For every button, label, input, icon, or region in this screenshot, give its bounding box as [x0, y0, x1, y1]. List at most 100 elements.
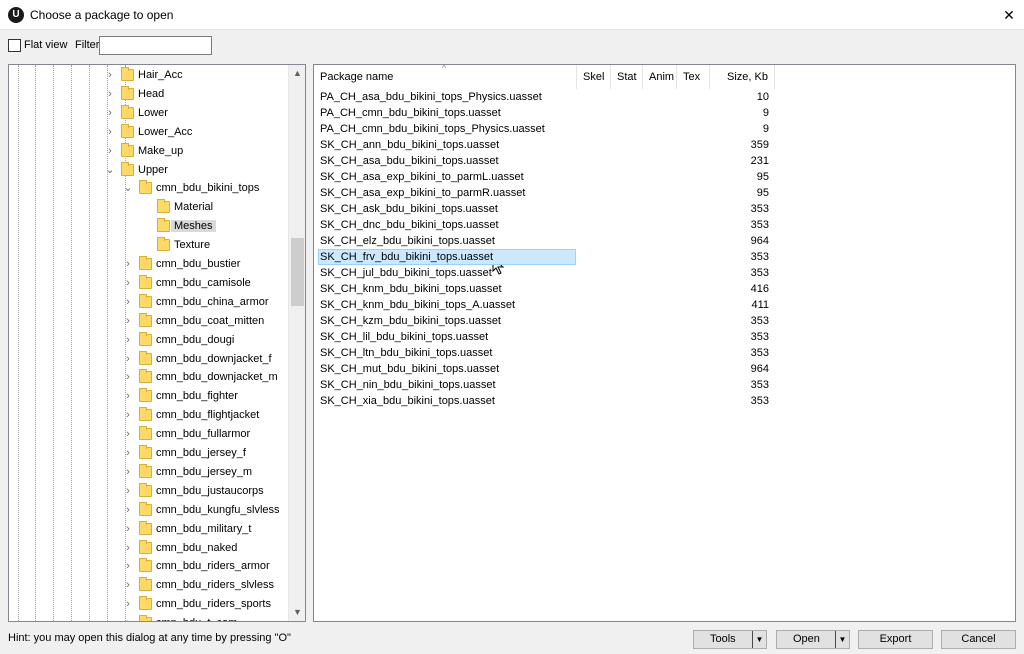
folder-icon — [157, 218, 170, 233]
expand-chevron-icon[interactable]: › — [105, 143, 115, 159]
package-name-cell: SK_CH_elz_bdu_bikini_tops.uasset — [320, 235, 495, 247]
export-button[interactable]: Export — [858, 630, 933, 649]
filter-input[interactable] — [99, 36, 212, 55]
tree-item-label: Texture — [174, 239, 211, 252]
tree-item[interactable]: › cmn_bdu_riders_armor — [9, 557, 284, 576]
tree-item-label: cmn_bdu_jersey_m — [156, 465, 252, 478]
tree-item[interactable]: › cmn_bdu_fighter — [9, 387, 284, 406]
tree-scrollbar[interactable]: ▲ ▼ — [288, 65, 305, 621]
expand-chevron-icon[interactable]: › — [123, 483, 133, 499]
column-header-package-name[interactable]: Package name — [314, 65, 577, 89]
size-cell: 95 — [756, 187, 769, 199]
column-header-tex[interactable]: Tex — [677, 65, 710, 89]
tree-item[interactable]: › Head — [9, 85, 284, 104]
size-cell: 353 — [750, 203, 769, 215]
size-cell: 353 — [750, 267, 769, 279]
tree-item[interactable]: › Make_up — [9, 142, 284, 161]
tree-item[interactable]: › cmn_bdu_riders_sports — [9, 595, 284, 614]
tree-item-label: cmn_bdu_military_t — [156, 522, 252, 535]
expand-chevron-icon[interactable]: › — [123, 577, 133, 593]
expand-chevron-icon[interactable]: › — [123, 596, 133, 612]
column-header-stat[interactable]: Stat — [611, 65, 643, 89]
tree-item-label: cmn_bdu_bikini_tops — [156, 182, 260, 195]
cancel-button[interactable]: Cancel — [941, 630, 1016, 649]
expand-chevron-icon[interactable]: › — [123, 388, 133, 404]
tree-item[interactable]: › cmn_bdu_justaucorps — [9, 482, 284, 501]
tree-item[interactable]: › Lower — [9, 104, 284, 123]
expand-chevron-icon[interactable]: › — [123, 615, 133, 621]
tree-item[interactable]: ⌄ Upper — [9, 161, 284, 180]
expand-chevron-icon[interactable]: › — [105, 124, 115, 140]
column-header-skel[interactable]: Skel — [577, 65, 611, 89]
tree-item[interactable]: ⌄ cmn_bdu_bikini_tops — [9, 179, 284, 198]
expand-chevron-icon[interactable]: › — [123, 332, 133, 348]
window-title: Choose a package to open — [30, 8, 174, 22]
tree-item[interactable]: Material — [9, 198, 284, 217]
folder-tree[interactable]: ▲ ▼ › Hair_Acc › Head › Lower › Lower_Acc › Make_… — [8, 64, 306, 622]
tree-item[interactable]: › cmn_bdu_flightjacket — [9, 406, 284, 425]
package-list[interactable]: ^ Package name Skel Stat Anim Tex Size, Kb PA_… — [313, 64, 1016, 622]
tree-item[interactable]: Meshes — [9, 217, 284, 236]
tree-item[interactable]: › cmn_bdu_t_com — [9, 614, 284, 621]
scroll-down-icon[interactable]: ▼ — [289, 604, 305, 621]
collapse-chevron-icon[interactable]: ⌄ — [105, 162, 115, 178]
expand-chevron-icon[interactable]: › — [123, 294, 133, 310]
expand-chevron-icon[interactable]: › — [105, 67, 115, 83]
expand-chevron-icon[interactable]: › — [105, 105, 115, 121]
tree-item[interactable]: › cmn_bdu_jersey_m — [9, 463, 284, 482]
package-name-cell: SK_CH_kzm_bdu_bikini_tops.uasset — [320, 315, 501, 327]
scroll-up-icon[interactable]: ▲ — [289, 65, 305, 82]
tree-item[interactable]: › cmn_bdu_military_t — [9, 520, 284, 539]
size-cell: 95 — [756, 171, 769, 183]
tree-item[interactable]: › cmn_bdu_jersey_f — [9, 444, 284, 463]
expand-chevron-icon[interactable]: › — [123, 540, 133, 556]
tree-item[interactable]: › cmn_bdu_riders_slvless — [9, 576, 284, 595]
collapse-chevron-icon[interactable]: ⌄ — [123, 180, 133, 196]
open-button[interactable]: Open ▼ — [776, 630, 850, 649]
folder-icon — [139, 426, 152, 441]
expand-chevron-icon[interactable]: › — [123, 445, 133, 461]
expand-chevron-icon[interactable]: › — [123, 502, 133, 518]
flat-view-label[interactable]: Flat view — [24, 39, 67, 51]
size-cell: 353 — [750, 347, 769, 359]
expand-chevron-icon[interactable]: › — [123, 407, 133, 423]
tree-item[interactable]: Texture — [9, 236, 284, 255]
tree-item[interactable]: › cmn_bdu_camisole — [9, 274, 284, 293]
tree-item-label: Lower — [138, 106, 168, 119]
tree-item[interactable]: › cmn_bdu_bustier — [9, 255, 284, 274]
tree-item[interactable]: › cmn_bdu_downjacket_f — [9, 350, 284, 369]
tree-item[interactable]: › cmn_bdu_kungfu_slvless — [9, 501, 284, 520]
tree-item[interactable]: › cmn_bdu_fullarmor — [9, 425, 284, 444]
expand-chevron-icon[interactable]: › — [123, 521, 133, 537]
tree-item[interactable]: › cmn_bdu_naked — [9, 539, 284, 558]
expand-chevron-icon[interactable]: › — [123, 464, 133, 480]
tree-item[interactable]: › cmn_bdu_coat_mitten — [9, 312, 284, 331]
expand-chevron-icon[interactable]: › — [123, 256, 133, 272]
package-name-cell: SK_CH_knm_bdu_bikini_tops.uasset — [320, 283, 502, 295]
expand-chevron-icon[interactable]: › — [105, 86, 115, 102]
expand-chevron-icon[interactable]: › — [123, 351, 133, 367]
tools-dropdown-icon[interactable]: ▼ — [752, 631, 766, 648]
tree-item-label: cmn_bdu_downjacket_f — [156, 352, 272, 365]
expand-chevron-icon[interactable]: › — [123, 313, 133, 329]
scroll-thumb[interactable] — [291, 238, 304, 306]
open-dropdown-icon[interactable]: ▼ — [835, 631, 849, 648]
tree-item[interactable]: › Lower_Acc — [9, 123, 284, 142]
expand-chevron-icon[interactable]: › — [123, 369, 133, 385]
tools-button[interactable]: Tools ▼ — [693, 630, 767, 649]
tree-item[interactable]: › cmn_bdu_downjacket_m — [9, 368, 284, 387]
tree-item[interactable]: › cmn_bdu_dougi — [9, 331, 284, 350]
column-header-size[interactable]: Size, Kb — [710, 65, 775, 89]
column-header-anim[interactable]: Anim — [643, 65, 677, 89]
expand-chevron-icon[interactable]: › — [123, 275, 133, 291]
flat-view-checkbox[interactable] — [8, 39, 21, 52]
expand-chevron-icon[interactable]: › — [123, 426, 133, 442]
tree-item-label: cmn_bdu_jersey_f — [156, 447, 246, 459]
title-bar: U Choose a package to open ✕ — [0, 0, 1024, 30]
folder-icon — [139, 331, 152, 346]
close-icon[interactable]: ✕ — [994, 0, 1024, 30]
tree-item[interactable]: › cmn_bdu_china_armor — [9, 293, 284, 312]
expand-chevron-icon[interactable]: › — [123, 558, 133, 574]
folder-icon — [139, 577, 152, 592]
tree-item[interactable]: › Hair_Acc — [9, 66, 284, 85]
